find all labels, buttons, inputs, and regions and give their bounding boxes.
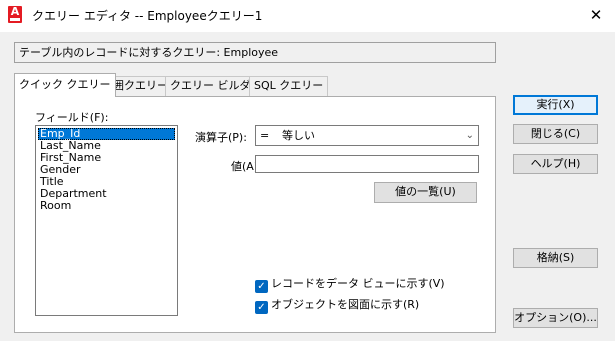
- list-values-button[interactable]: 値の一覧(U): [374, 182, 477, 203]
- store-button[interactable]: 格納(S): [513, 248, 598, 268]
- window-title: クエリー エディタ -- Employeeクエリー1: [32, 9, 263, 23]
- operator-label: 演算子(P):: [195, 131, 247, 144]
- operator-symbol: =: [260, 129, 270, 142]
- list-item[interactable]: Room: [38, 200, 175, 212]
- checkmark-icon[interactable]: ✓: [255, 301, 268, 314]
- close-icon[interactable]: ✕: [585, 5, 607, 25]
- show-objects-label: オブジェクトを図面に示す(R): [271, 298, 420, 311]
- show-in-data-view-label: レコードをデータ ビューに示す(V): [271, 277, 445, 290]
- chevron-down-icon[interactable]: ⌄: [466, 126, 474, 145]
- options-button[interactable]: オプション(O)...: [513, 308, 598, 328]
- autocad-app-icon: A: [8, 6, 22, 23]
- checkmark-icon[interactable]: ✓: [255, 280, 268, 293]
- execute-button[interactable]: 実行(X): [513, 95, 598, 115]
- field-label: フィールド(F):: [35, 111, 109, 124]
- query-target-info: テーブル内のレコードに対するクエリー: Employee: [14, 42, 496, 63]
- operator-select[interactable]: = 等しい ⌄: [255, 125, 479, 146]
- close-button[interactable]: 閉じる(C): [513, 124, 598, 144]
- value-input[interactable]: [255, 155, 479, 173]
- quick-query-panel: フィールド(F): Emp_Id Last_Name First_Name Ge…: [14, 96, 496, 333]
- tab-quick-query[interactable]: クイック クエリー: [14, 73, 116, 97]
- field-listbox[interactable]: Emp_Id Last_Name First_Name Gender Title…: [35, 125, 178, 316]
- show-objects-checkbox[interactable]: ✓ オブジェクトを図面に示す(R): [255, 297, 420, 314]
- show-in-data-view-checkbox[interactable]: ✓ レコードをデータ ビューに示す(V): [255, 276, 445, 293]
- operator-value: 等しい: [282, 129, 315, 142]
- help-button[interactable]: ヘルプ(H): [513, 154, 598, 174]
- tab-sql-query[interactable]: SQL クエリー: [249, 76, 329, 96]
- title-bar: A クエリー エディタ -- Employeeクエリー1 ✕: [0, 0, 615, 32]
